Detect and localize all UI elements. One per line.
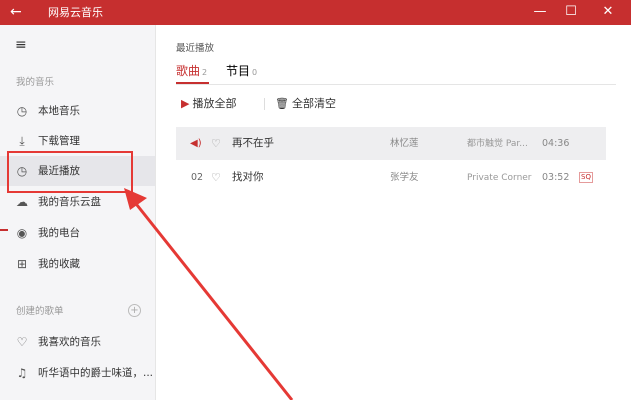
sidebar-item-label: 下载管理 bbox=[38, 135, 80, 147]
song-artist[interactable]: 张学友 bbox=[390, 171, 419, 184]
playlist-label: 听华语中的爵士味道，... bbox=[38, 367, 154, 379]
sidebar-item-label: 最近播放 bbox=[38, 165, 80, 177]
speaker-icon: ◀) bbox=[190, 138, 202, 149]
sidebar-item-label: 我的音乐云盘 bbox=[38, 196, 101, 208]
song-album[interactable]: Private Corner bbox=[467, 172, 532, 185]
playlist-label: 我喜欢的音乐 bbox=[38, 336, 101, 348]
menu-icon[interactable]: ≡ bbox=[15, 38, 27, 52]
page-title: 最近播放 bbox=[176, 43, 215, 54]
download-icon: ⤓ bbox=[19, 134, 25, 148]
radio-icon: ◉ bbox=[16, 226, 28, 240]
song-row[interactable]: 02 ♡ 找对你 张学友 Private Corner 03:52 SQ bbox=[176, 161, 606, 194]
section-title-created-playlists: 创建的歌单 bbox=[16, 306, 64, 317]
tab-label: 歌曲 bbox=[176, 64, 201, 78]
sidebar-item-label: 我的收藏 bbox=[38, 258, 80, 270]
song-duration: 03:52 bbox=[542, 172, 570, 183]
back-arrow-icon[interactable]: ← bbox=[10, 3, 22, 21]
app-title: 网易云音乐 bbox=[48, 6, 103, 19]
collection-icon: ⊞ bbox=[16, 257, 28, 271]
main-panel: 最近播放 歌曲 2 节目 0 ▶ 播放全部 🗑 全部清空 ◀) ♡ 再不在乎 林忆莲 都… bbox=[156, 25, 631, 400]
play-all-label: 播放全部 bbox=[192, 97, 237, 110]
add-playlist-icon[interactable]: + bbox=[128, 304, 141, 317]
heart-icon[interactable]: ♡ bbox=[211, 171, 221, 184]
heart-icon[interactable]: ♡ bbox=[211, 137, 221, 150]
song-duration: 04:36 bbox=[542, 138, 570, 149]
song-number: 02 bbox=[191, 172, 204, 183]
tab-label: 节目 bbox=[226, 64, 251, 78]
tab-songs[interactable]: 歌曲 2 bbox=[176, 64, 207, 80]
sq-badge: SQ bbox=[579, 172, 593, 183]
playlist-icon: ♫ bbox=[16, 366, 28, 380]
play-icon: ▶ bbox=[181, 97, 190, 110]
clock-icon: ◷ bbox=[16, 164, 28, 178]
sidebar-item-cloud-drive[interactable]: ☁ 我的音乐云盘 bbox=[0, 187, 155, 217]
sidebar-item-local-music[interactable]: ◷ 本地音乐 bbox=[0, 96, 155, 126]
window-edge-mark bbox=[0, 229, 8, 231]
clear-all-button[interactable]: 🗑 全部清空 bbox=[275, 97, 336, 111]
minimize-button[interactable]: — bbox=[530, 3, 550, 21]
trash-icon: 🗑 bbox=[275, 97, 289, 110]
song-title: 找对你 bbox=[232, 171, 264, 183]
sidebar-item-label: 我的电台 bbox=[38, 227, 80, 239]
song-album[interactable]: 都市触觉 Par... bbox=[467, 138, 528, 151]
sidebar-item-downloads[interactable]: ⤓ 下载管理 bbox=[0, 126, 155, 156]
song-title: 再不在乎 bbox=[232, 137, 274, 149]
playlist-item-jazz[interactable]: ♫ 听华语中的爵士味道，... bbox=[0, 358, 155, 388]
maximize-button[interactable]: ☐ bbox=[561, 3, 581, 21]
song-row[interactable]: ◀) ♡ 再不在乎 林忆莲 都市触觉 Par... 04:36 bbox=[176, 127, 606, 160]
tabs-divider bbox=[176, 84, 616, 85]
sidebar: ≡ 我的音乐 ◷ 本地音乐 ⤓ 下载管理 ◷ 最近播放 ☁ 我的音乐云盘 ◉ 我… bbox=[0, 25, 156, 400]
song-artist[interactable]: 林忆莲 bbox=[390, 137, 419, 150]
sidebar-item-recent-plays[interactable]: ◷ 最近播放 bbox=[0, 156, 155, 186]
action-divider bbox=[264, 98, 265, 110]
clock-icon: ◷ bbox=[16, 104, 28, 118]
play-all-button[interactable]: ▶ 播放全部 bbox=[181, 97, 236, 111]
section-title-my-music: 我的音乐 bbox=[16, 77, 55, 88]
sidebar-item-collection[interactable]: ⊞ 我的收藏 bbox=[0, 249, 155, 279]
close-button[interactable]: ✕ bbox=[598, 3, 618, 21]
tab-count: 0 bbox=[252, 68, 258, 77]
sidebar-item-radio[interactable]: ◉ 我的电台 bbox=[0, 218, 155, 248]
tab-count: 2 bbox=[202, 68, 208, 77]
cloud-icon: ☁ bbox=[16, 195, 28, 209]
tab-programs[interactable]: 节目 0 bbox=[226, 64, 257, 80]
playlist-item-liked[interactable]: ♡ 我喜欢的音乐 bbox=[0, 327, 155, 357]
sidebar-item-label: 本地音乐 bbox=[38, 105, 80, 117]
heart-icon: ♡ bbox=[16, 335, 28, 349]
clear-all-label: 全部清空 bbox=[291, 97, 336, 110]
title-bar: ← 网易云音乐 — ☐ ✕ bbox=[0, 0, 631, 25]
